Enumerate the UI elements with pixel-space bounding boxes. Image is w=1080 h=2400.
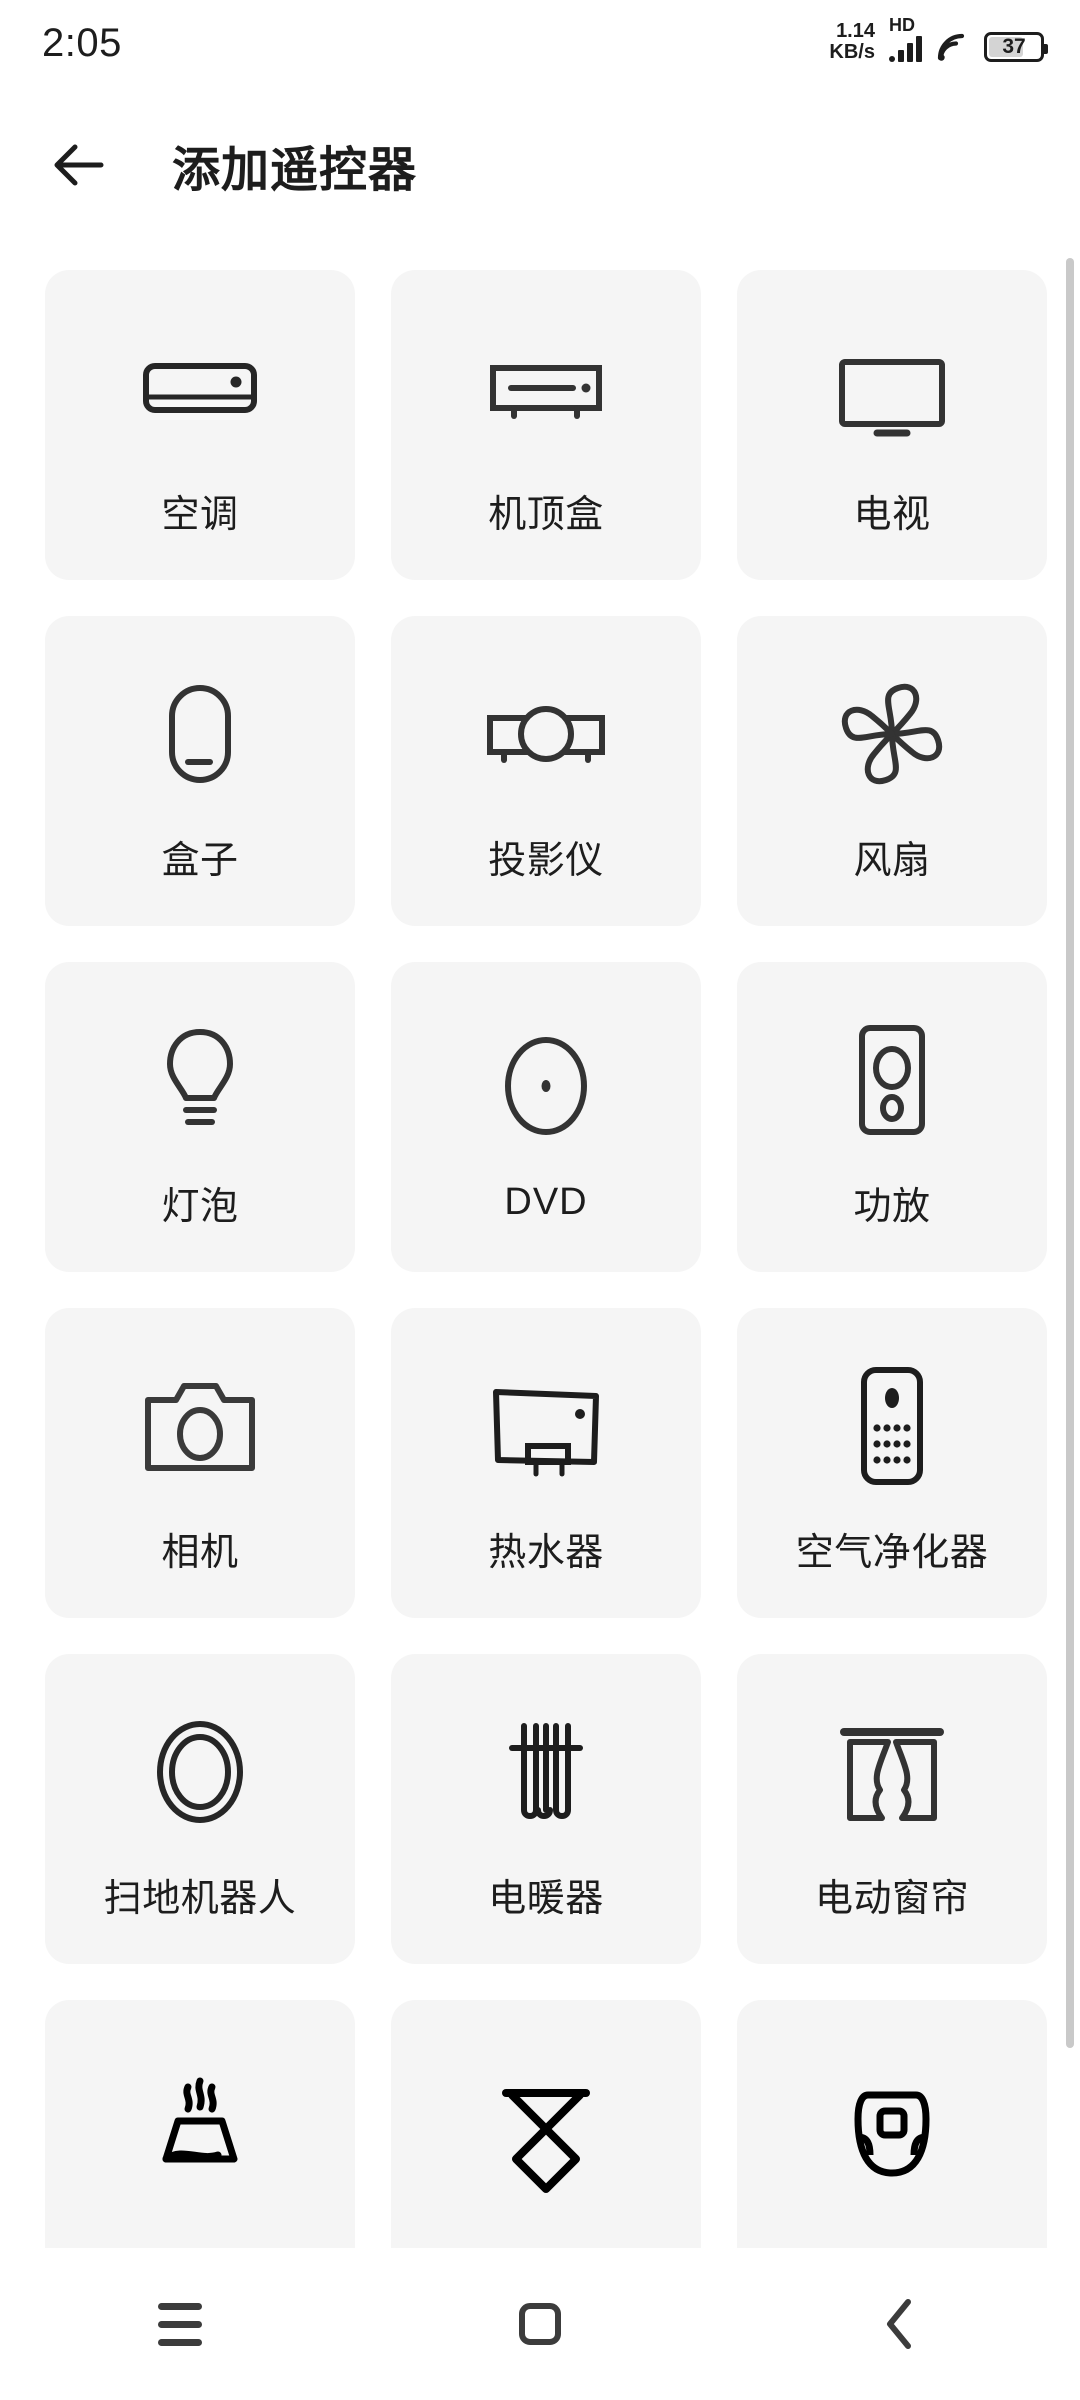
device-card-light-bulb[interactable]: 灯泡 [45, 962, 355, 1272]
device-card-label: 灯泡 [161, 1185, 239, 1228]
device-card-label: DVD [504, 1180, 588, 1223]
robot-vacuum-icon [125, 1697, 275, 1847]
home-square-icon [519, 2303, 561, 2345]
radiator-heater-icon [471, 1697, 621, 1847]
device-card-air-purifier[interactable]: 空气净化器 [737, 1308, 1047, 1618]
page-title: 添加遥控器 [172, 144, 418, 197]
device-card-label: 电视 [853, 493, 931, 536]
television-icon [817, 313, 967, 463]
nav-home-button[interactable] [465, 2269, 615, 2379]
device-card-label: 空调 [161, 493, 239, 536]
water-heater-icon [471, 1351, 621, 1501]
hd-network-label: HD [889, 14, 915, 35]
network-speed-indicator: 1.14 KB/s [829, 19, 875, 63]
fan-icon [817, 659, 967, 809]
device-card-label: 热水器 [488, 1531, 604, 1574]
device-grid-scroll-area[interactable]: 空调 机顶盒 电视 盒子 投影仪 风扇 灯泡 DVD 功放 相机 热水器 空气净… [0, 248, 1080, 2248]
device-card-radiator-heater[interactable]: 电暖器 [391, 1654, 701, 1964]
device-card-projector[interactable]: 投影仪 [391, 616, 701, 926]
device-card-water-heater[interactable]: 热水器 [391, 1308, 701, 1618]
device-card-tv-box[interactable]: 盒子 [45, 616, 355, 926]
header-back-button[interactable] [48, 134, 110, 196]
amplifier-icon [817, 1005, 967, 1155]
dvd-disc-icon [471, 1011, 621, 1161]
device-card-label: 相机 [161, 1531, 239, 1574]
device-card-air-conditioner[interactable]: 空调 [45, 270, 355, 580]
device-card-label: 机顶盒 [488, 493, 604, 536]
vertical-scrollbar[interactable] [1066, 258, 1074, 2048]
device-card-robot-vacuum[interactable]: 扫地机器人 [45, 1654, 355, 1964]
app-header: 添加遥控器 [0, 110, 1080, 220]
network-speed-value: 1.14 [836, 19, 875, 42]
phone-screen: 2:05 1.14 KB/s HD 37 添加遥控器 空调 机顶盒 电视 盒子 … [0, 0, 1080, 2400]
arrow-left-icon [54, 144, 104, 186]
nav-back-button[interactable] [825, 2269, 975, 2379]
status-bar: 2:05 1.14 KB/s HD 37 [0, 0, 1080, 86]
projector-icon [471, 659, 621, 809]
tv-box-icon [125, 659, 275, 809]
device-card-amplifier[interactable]: 功放 [737, 962, 1047, 1272]
device-card-hourglass[interactable] [391, 2000, 701, 2248]
device-card-television[interactable]: 电视 [737, 270, 1047, 580]
device-card-label: 风扇 [853, 839, 931, 882]
steam-cooker-icon [125, 2070, 275, 2220]
curtain-icon [817, 1697, 967, 1847]
signal-bars-glyph [889, 35, 922, 62]
device-card-label: 空气净化器 [795, 1531, 989, 1574]
device-card-camera[interactable]: 相机 [45, 1308, 355, 1618]
camera-icon [125, 1351, 275, 1501]
battery-icon: 37 [984, 31, 1048, 62]
device-card-label: 电暖器 [488, 1877, 604, 1920]
device-grid: 空调 机顶盒 电视 盒子 投影仪 风扇 灯泡 DVD 功放 相机 热水器 空气净… [0, 248, 1080, 2248]
network-speed-unit: KB/s [829, 40, 875, 63]
device-card-curtain[interactable]: 电动窗帘 [737, 1654, 1047, 1964]
nav-recents-button[interactable] [105, 2269, 255, 2379]
hamburger-menu-icon [158, 2302, 202, 2346]
air-purifier-icon [817, 1351, 967, 1501]
device-card-fan[interactable]: 风扇 [737, 616, 1047, 926]
hourglass-icon [471, 2070, 621, 2220]
device-card-label: 投影仪 [488, 839, 604, 882]
battery-percentage: 37 [1002, 34, 1026, 58]
device-card-steam-cooker[interactable] [45, 2000, 355, 2248]
light-bulb-icon [125, 1005, 275, 1155]
device-card-dvd[interactable]: DVD [391, 962, 701, 1272]
chevron-left-icon [887, 2299, 911, 2349]
signal-bars-icon: HD [889, 16, 922, 62]
device-card-humidifier[interactable] [737, 2000, 1047, 2248]
device-card-label: 盒子 [161, 839, 239, 882]
status-bar-clock: 2:05 [42, 20, 122, 65]
device-card-set-top-box[interactable]: 机顶盒 [391, 270, 701, 580]
system-navigation-bar [0, 2248, 1080, 2400]
humidifier-icon [817, 2070, 967, 2220]
set-top-box-icon [471, 313, 621, 463]
device-card-label: 功放 [853, 1185, 931, 1228]
device-card-label: 电动窗帘 [814, 1877, 969, 1920]
status-bar-icons: 1.14 KB/s HD 37 [829, 16, 1048, 66]
wifi-icon [937, 33, 965, 61]
air-conditioner-icon [125, 313, 275, 463]
device-card-label: 扫地机器人 [103, 1877, 297, 1920]
